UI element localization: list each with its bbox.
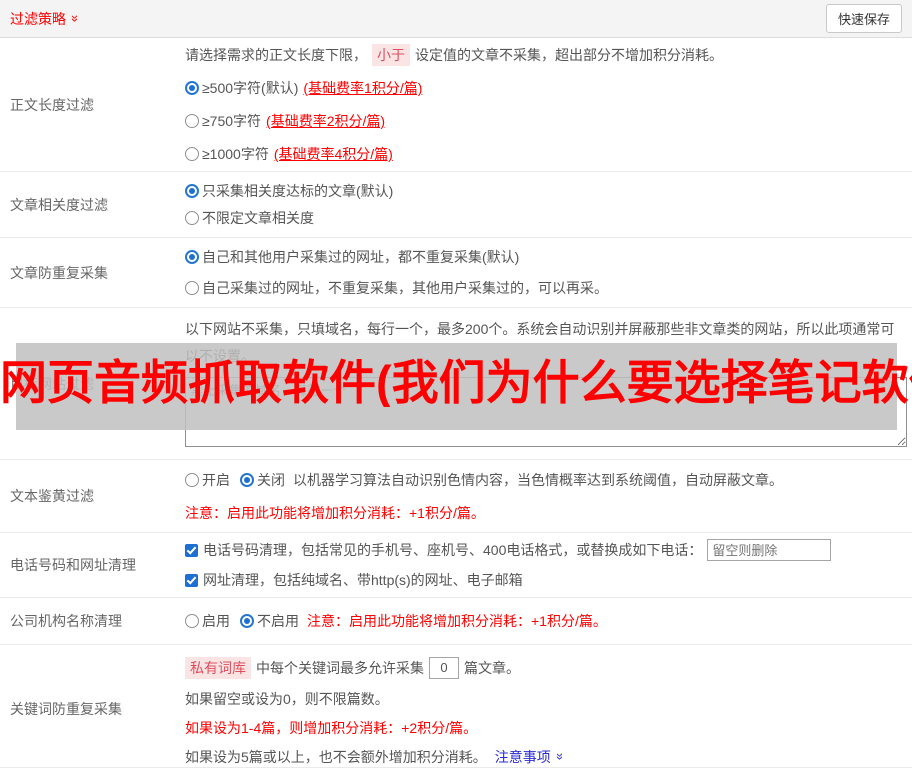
radio-label: 关闭: [257, 471, 285, 488]
keyword-line2: 如果留空或设为0，则不限篇数。: [185, 690, 389, 707]
row-company-name-cleanup: 公司机构名称清理 启用 不启用 注意：启用此功能将增加积分消耗：+1积分/篇。: [0, 598, 912, 645]
keyword-line4-text: 如果设为5篇或以上，也不会额外增加积分消耗。: [185, 748, 487, 765]
row-keyword-dedupe: 关键词防重复采集 私有词库 中每个关键词最多允许采集 篇文章。 如果留空或设为0…: [0, 645, 912, 768]
replacement-phone-input[interactable]: [707, 539, 832, 561]
row-label: 公司机构名称清理: [10, 613, 122, 629]
intro-text-post: 设定值的文章不采集，超出部分不增加积分消耗。: [415, 47, 723, 63]
porn-description: 以机器学习算法自动识别色情内容，当色情概率达到系统阈值，自动屏蔽文章。: [293, 471, 783, 488]
radio-label: 不启用: [257, 613, 299, 629]
radio-dedupe-self-only[interactable]: [185, 281, 199, 295]
radio-company-off[interactable]: [240, 614, 254, 628]
row-label: 文章防重复采集: [10, 264, 108, 281]
radio-label: 不限定文章相关度: [202, 210, 314, 226]
intro-highlight: 小于: [372, 44, 410, 66]
chevron-double-down-icon: «: [66, 14, 82, 23]
row-label: 文本鉴黄过滤: [10, 488, 94, 504]
radio-750-chars[interactable]: [185, 114, 199, 128]
fee-note: (基础费率1积分/篇): [303, 80, 423, 96]
keyword-line1-suffix: 篇文章。: [464, 659, 520, 676]
radio-dedupe-all-users[interactable]: [185, 250, 199, 264]
radio-label: 自己和其他用户采集过的网址，都不重复采集(默认): [202, 249, 520, 265]
radio-label: ≥500字符(默认): [202, 80, 299, 96]
row-phone-url-cleanup: 电话号码和网址清理 电话号码清理，包括常见的手机号、座机号、400电话格式，或替…: [0, 533, 912, 598]
radio-label: 启用: [202, 613, 230, 629]
row-label: 关键词防重复采集: [10, 701, 122, 717]
radio-company-on[interactable]: [185, 614, 199, 628]
porn-cost-note: 注意：启用此功能将增加积分消耗：+1积分/篇。: [185, 504, 485, 521]
notes-link[interactable]: 注意事项 «: [494, 747, 566, 767]
radio-label: 只采集相关度达标的文章(默认): [202, 183, 394, 199]
row-body-length-filter: 正文长度过滤 请选择需求的正文长度下限， 小于 设定值的文章不采集，超出部分不增…: [0, 38, 912, 172]
radio-relevance-only[interactable]: [185, 184, 199, 198]
section-title[interactable]: 过滤策略 «: [10, 9, 82, 29]
chevron-double-down-icon: «: [550, 752, 566, 761]
radio-porn-on[interactable]: [185, 472, 199, 487]
radio-500-chars[interactable]: [185, 81, 199, 95]
fee-note: (基础费率2积分/篇): [266, 113, 386, 129]
keyword-max-count-input[interactable]: [429, 656, 459, 679]
checkbox-phone-cleanup[interactable]: [185, 543, 198, 557]
row-label: 电话号码和网址清理: [10, 557, 136, 573]
row-label: 正文长度过滤: [10, 96, 94, 113]
radio-label: 自己采集过的网址，不重复采集，其他用户采集过的，可以再采。: [202, 280, 608, 296]
radio-label: ≥1000字符: [202, 146, 269, 162]
radio-relevance-any[interactable]: [185, 211, 199, 225]
radio-label: ≥750字符: [202, 113, 262, 129]
section-title-label: 过滤策略: [10, 10, 66, 27]
radio-label: 开启: [202, 471, 230, 488]
row-dedupe-filter: 文章防重复采集 自己和其他用户采集过的网址，都不重复采集(默认) 自己采集过的网…: [0, 238, 912, 308]
row-porn-filter: 文本鉴黄过滤 开启 关闭 以机器学习算法自动识别色情内容，当色情概率达到系统阈值…: [0, 460, 912, 533]
notes-link-label: 注意事项: [494, 748, 551, 765]
keyword-cost-note: 如果设为1-4篇，则增加积分消耗：+2积分/篇。: [185, 719, 478, 736]
watermark-text: 网页音频抓取软件(我们为什么要选择笔记软件大: [0, 358, 912, 408]
company-cost-note: 注意：启用此功能将增加积分消耗：+1积分/篇。: [307, 613, 607, 629]
length-intro: 请选择需求的正文长度下限， 小于 设定值的文章不采集，超出部分不增加积分消耗。: [185, 39, 906, 72]
keyword-line1-text: 中每个关键词最多允许采集: [256, 659, 424, 676]
checkbox-label: 网址清理，包括纯域名、带http(s)的网址、电子邮箱: [203, 572, 523, 588]
row-label: 文章相关度过滤: [10, 196, 108, 213]
private-lexicon-highlight: 私有词库: [185, 656, 251, 679]
section-header-bar: 过滤策略 « 快速保存: [0, 0, 912, 38]
row-relevance-filter: 文章相关度过滤 只采集相关度达标的文章(默认) 不限定文章相关度: [0, 172, 912, 238]
intro-text-pre: 请选择需求的正文长度下限，: [185, 47, 367, 63]
checkbox-label: 电话号码清理，包括常见的手机号、座机号、400电话格式，或替换成如下电话：: [203, 542, 703, 558]
quick-save-button[interactable]: 快速保存: [825, 4, 902, 33]
checkbox-url-cleanup[interactable]: [185, 573, 198, 587]
radio-1000-chars[interactable]: [185, 147, 199, 161]
radio-porn-off[interactable]: [240, 472, 254, 487]
fee-note: (基础费率4积分/篇): [273, 146, 393, 162]
